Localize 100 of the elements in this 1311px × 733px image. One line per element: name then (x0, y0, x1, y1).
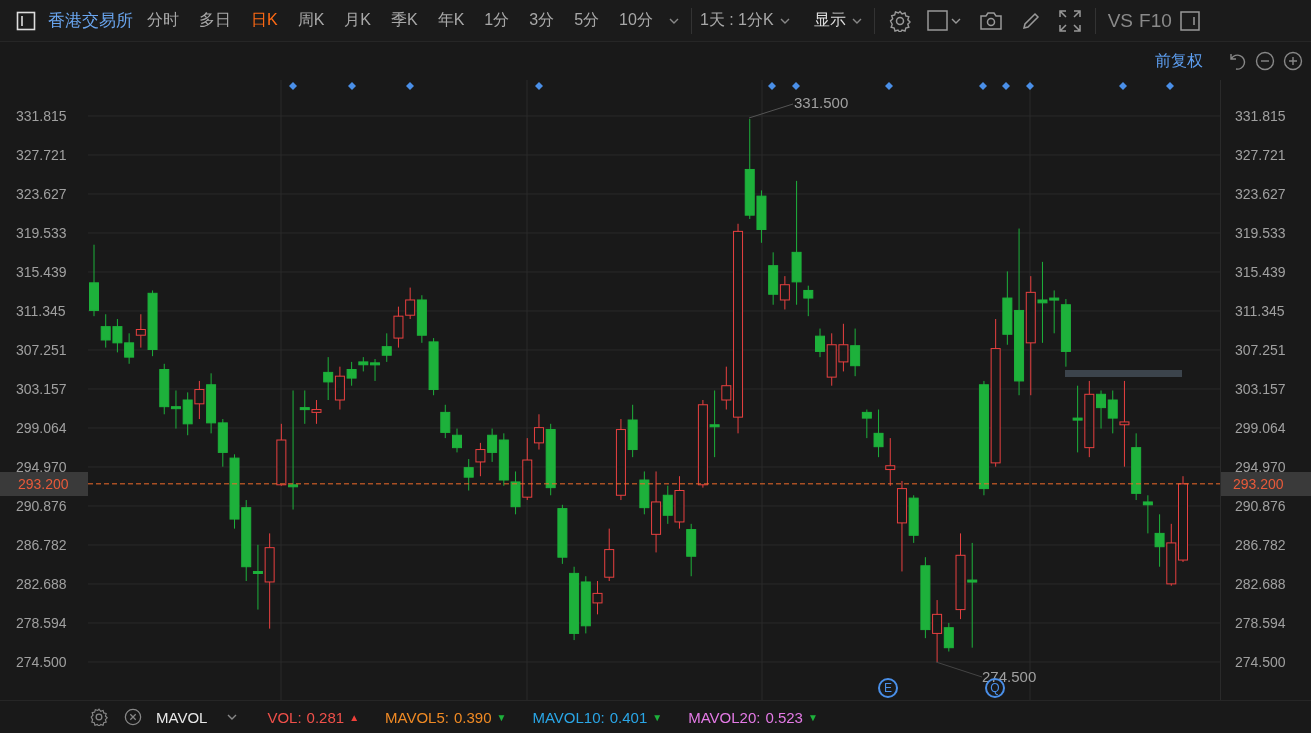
high-price-label: 331.500 (794, 94, 849, 111)
candlestick (311, 399, 322, 425)
candlestick (381, 332, 392, 363)
candlestick (967, 542, 978, 649)
price-tick-label: 282.688 (1235, 575, 1287, 593)
candlestick (440, 404, 451, 439)
period-tab[interactable]: 5分 (574, 10, 600, 31)
candlestick (452, 428, 462, 453)
candlestick (135, 313, 146, 349)
indicator-value: 0.390 (453, 708, 492, 726)
price-adjust-link[interactable]: 前复权 (1155, 50, 1203, 72)
period-tab[interactable]: 周K (297, 10, 325, 31)
leader-line (935, 661, 983, 678)
chevron-icon[interactable] (668, 17, 679, 24)
exchange-link[interactable]: 香港交易所 (48, 9, 133, 32)
trend-arrow: ▼ (807, 711, 818, 723)
event-diamond-icon[interactable] (792, 82, 800, 90)
event-diamond-icon[interactable] (885, 82, 893, 90)
candlestick (1154, 513, 1165, 568)
trend-arrow: ▼ (652, 711, 663, 723)
event-diamond-icon[interactable] (1026, 82, 1034, 90)
chevron-icon[interactable] (227, 714, 238, 720)
current-price-label: 293.200 (0, 471, 88, 496)
candlestick (370, 358, 381, 382)
price-tick-label: 319.533 (1235, 224, 1287, 242)
indicator-label: MAVOL5: (385, 708, 449, 726)
candlestick (1107, 389, 1118, 434)
chevron-icon[interactable] (779, 17, 790, 24)
price-tick-label: 286.782 (1235, 536, 1287, 554)
square-icon[interactable] (926, 9, 961, 32)
price-tick-label: 290.876 (1235, 497, 1287, 515)
candlestick (170, 389, 181, 430)
candlestick (850, 328, 861, 377)
period-tab[interactable]: 月K (344, 10, 371, 31)
price-tick-label: 311.345 (16, 301, 67, 320)
panel-toggle-icon[interactable] (1179, 10, 1200, 31)
candlestick (662, 485, 673, 525)
candlestick (393, 306, 404, 349)
price-tick-label: 323.627 (16, 184, 68, 203)
close-icon[interactable] (124, 708, 142, 726)
price-tick-label: 278.594 (16, 614, 68, 632)
candlestick (405, 287, 416, 320)
candlestick (1119, 380, 1130, 468)
event-diamond-icon[interactable] (1119, 82, 1127, 90)
price-tick-label: 278.594 (1235, 614, 1287, 632)
event-diamond-icon[interactable] (535, 82, 543, 90)
candlestick (1142, 494, 1153, 534)
period-tab[interactable]: 多日 (199, 10, 231, 31)
event-diamond-icon[interactable] (406, 82, 414, 90)
zoom-in-icon[interactable] (1283, 51, 1303, 71)
price-tick-label: 307.251 (16, 340, 68, 359)
camera-icon[interactable] (978, 10, 1003, 31)
price-tick-label: 274.500 (16, 653, 68, 671)
fullscreen-icon[interactable] (1058, 9, 1081, 32)
event-diamond-icon[interactable] (768, 82, 776, 90)
interval-dropdown[interactable]: 1天 : 1分K (697, 10, 774, 31)
f10-button[interactable]: F10 (1139, 9, 1172, 32)
price-tick-label: 315.439 (16, 262, 68, 281)
undo-icon[interactable] (1227, 51, 1247, 71)
candlestick (885, 437, 896, 487)
event-diamond-icon[interactable] (1002, 82, 1010, 90)
price-tick-label: 327.721 (1235, 146, 1287, 164)
candlestick (334, 366, 345, 411)
zoom-out-icon[interactable] (1255, 51, 1275, 71)
period-tab[interactable]: 1分 (484, 10, 510, 31)
price-tick-label: 299.064 (16, 418, 68, 437)
price-tick-label: 274.500 (1235, 653, 1287, 671)
current-price-label: 293.200 (1221, 472, 1311, 496)
indicator-label: MAVOL10: (532, 708, 605, 726)
event-diamond-icon[interactable] (979, 82, 987, 90)
trend-arrow: ▼ (496, 711, 507, 723)
event-marker[interactable]: E (878, 678, 898, 698)
price-tick-label: 307.251 (1235, 341, 1287, 359)
period-tab[interactable]: 3分 (529, 10, 555, 31)
indicator-value: 0.281 (306, 708, 345, 726)
event-diamond-icon[interactable] (1166, 82, 1174, 90)
display-dropdown[interactable]: 显示 (811, 10, 846, 31)
period-tab[interactable]: 日K (251, 10, 278, 31)
price-tick-label: 323.627 (1235, 185, 1287, 203)
settings-icon[interactable] (888, 9, 911, 32)
period-tab[interactable]: 年K (437, 10, 465, 31)
period-tab[interactable]: 10分 (619, 10, 653, 31)
event-diamond-icon[interactable] (289, 82, 297, 90)
vs-button[interactable]: VS (1107, 9, 1134, 32)
price-tick-label: 311.345 (1235, 302, 1286, 320)
candlestick (323, 356, 334, 401)
price-tick-label: 299.064 (1235, 419, 1287, 437)
trend-arrow: ▲ (349, 711, 360, 723)
event-diamond-icon[interactable] (348, 82, 356, 90)
price-tick-label: 327.721 (16, 145, 68, 164)
pencil-icon[interactable] (1020, 10, 1041, 31)
chevron-icon[interactable] (851, 17, 862, 24)
candlestick (346, 361, 357, 387)
period-tab[interactable]: 季K (391, 10, 418, 31)
indicator-dropdown[interactable]: MAVOL (156, 708, 208, 726)
settings-icon[interactable] (90, 708, 108, 726)
price-tick-label: 331.815 (1235, 107, 1287, 125)
candlestick (252, 544, 263, 611)
period-tab[interactable]: 分时 (147, 10, 179, 31)
candlestick (288, 389, 299, 511)
